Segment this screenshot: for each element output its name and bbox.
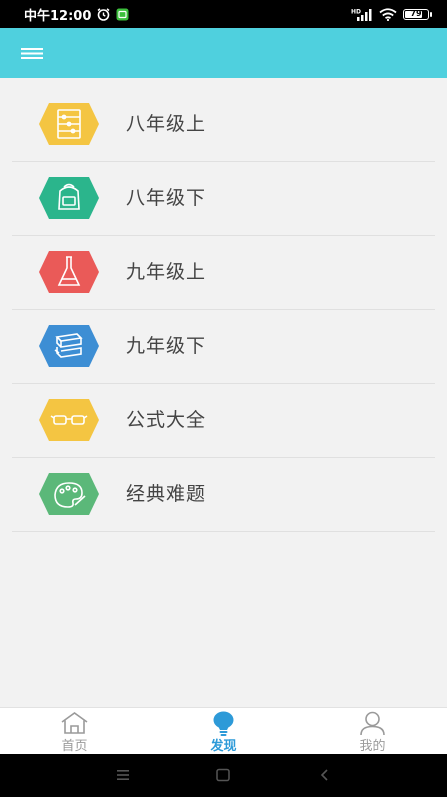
- tab-home[interactable]: 首页: [0, 708, 149, 754]
- battery-level: 79: [410, 8, 422, 18]
- bottom-nav: 首页 发现 我的: [0, 707, 447, 754]
- signal-icon: HD: [351, 8, 372, 21]
- books-icon: [39, 325, 99, 367]
- status-right: HD 79: [351, 7, 432, 21]
- alarm-icon: [97, 7, 110, 21]
- list-item-label: 公式大全: [126, 409, 207, 431]
- svg-text:HD: HD: [351, 8, 361, 15]
- tab-discover-label: 发现: [210, 739, 237, 754]
- list-item-grade9-first[interactable]: 九年级上: [0, 236, 447, 310]
- palette-icon: [39, 473, 99, 515]
- list-item-formulas[interactable]: 公式大全: [0, 384, 447, 458]
- menu-button[interactable]: [14, 39, 50, 67]
- list-item-label: 八年级上: [126, 113, 207, 135]
- list-item-grade9-second[interactable]: 九年级下: [0, 310, 447, 384]
- home-icon: [61, 712, 88, 734]
- diamond-badge: [39, 399, 99, 441]
- list-item-label: 经典难题: [126, 483, 207, 505]
- tab-home-label: 首页: [61, 739, 88, 754]
- diamond-badge: [39, 473, 99, 515]
- list-item-grade8-second[interactable]: 八年级下: [0, 162, 447, 236]
- status-bar: 中午12:00 HD 79: [0, 0, 447, 28]
- list-item-grade8-first[interactable]: 八年级上: [0, 88, 447, 162]
- category-list: 八年级上 八年级下 九年级上 九年级下 公式大全 经典难题: [0, 88, 447, 532]
- tab-discover[interactable]: 发现: [149, 708, 298, 754]
- list-item-classic-problems[interactable]: 经典难题: [0, 458, 447, 532]
- wifi-icon: [379, 7, 397, 21]
- tab-mine[interactable]: 我的: [298, 708, 447, 754]
- back-icon[interactable]: [317, 768, 333, 782]
- app-notification-icon: [116, 8, 129, 20]
- home-square-icon[interactable]: [215, 768, 231, 782]
- status-left: 中午12:00: [24, 5, 129, 24]
- list-item-label: 八年级下: [126, 187, 207, 209]
- system-nav-bar: [0, 754, 447, 797]
- list-item-label: 九年级下: [126, 335, 207, 357]
- flask-icon: [39, 251, 99, 293]
- tab-mine-label: 我的: [359, 739, 386, 754]
- list-item-label: 九年级上: [126, 261, 207, 283]
- lightbulb-icon: [213, 711, 234, 736]
- battery-icon: 79: [403, 8, 432, 20]
- abacus-icon: [39, 103, 99, 145]
- app-bar: [0, 28, 447, 78]
- menu-icon[interactable]: [115, 768, 131, 782]
- hamburger-icon: [21, 48, 43, 59]
- status-time: 中午12:00: [24, 8, 92, 24]
- backpack-icon: [39, 177, 99, 219]
- diamond-badge: [39, 177, 99, 219]
- glasses-icon: [39, 399, 99, 441]
- person-icon: [360, 711, 385, 736]
- divider: [12, 531, 435, 532]
